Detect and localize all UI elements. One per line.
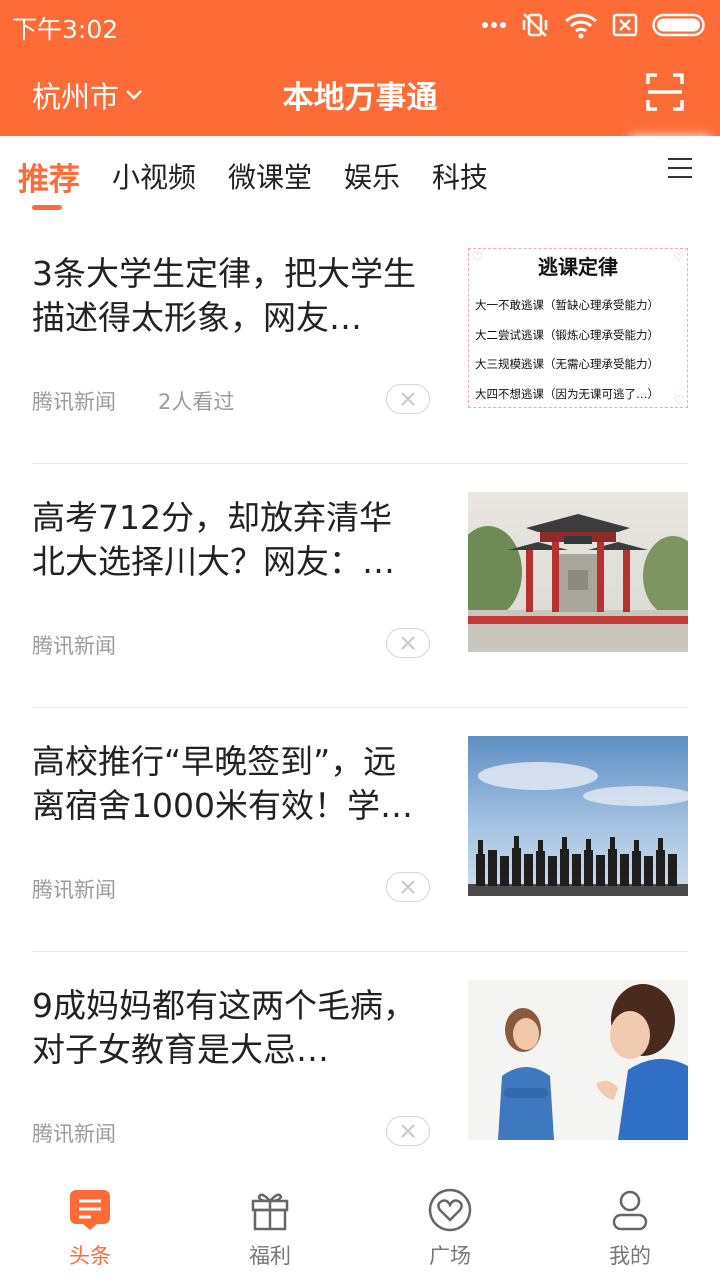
news-title: 9成妈妈都有这两个毛病，对子女教育是大忌… <box>32 986 416 1069</box>
battery-icon <box>652 13 705 37</box>
no-sim-icon <box>612 13 638 37</box>
card-title: 逃课定律 <box>538 255 618 279</box>
dismiss-button[interactable] <box>386 628 430 658</box>
news-thumbnail <box>468 492 688 652</box>
app-bar: 杭州市 本地万事通 <box>0 50 720 136</box>
nav-label: 我的 <box>609 1244 651 1268</box>
nav-headlines[interactable]: 头条 <box>30 1188 150 1270</box>
bottom-navigation: 头条 福利 广场 我的 <box>0 1178 720 1280</box>
category-tabs: 推荐 小视频 微课堂 娱乐 科技 <box>0 136 720 220</box>
wifi-icon <box>564 13 598 39</box>
nav-square[interactable]: 广场 <box>390 1188 510 1270</box>
news-item[interactable]: 高考712分，却放弃清华北大选择川大？网友：… 腾讯新闻 <box>0 464 720 708</box>
news-title: 高考712分，却放弃清华北大选择川大？网友：… <box>32 498 395 581</box>
menu-icon <box>668 158 692 178</box>
vibrate-off-icon <box>522 13 548 37</box>
headline-icon <box>68 1188 112 1232</box>
tab-menu-button[interactable] <box>640 136 720 200</box>
news-source: 腾讯新闻 <box>32 634 116 658</box>
tab-recommend[interactable]: 推荐 <box>18 154 80 199</box>
app-title: 本地万事通 <box>282 80 438 116</box>
status-time: 下午3:02 <box>12 15 119 44</box>
news-thumbnail <box>468 736 688 896</box>
news-meta: 腾讯新闻 <box>32 874 116 904</box>
news-item[interactable]: 9成妈妈都有这两个毛病，对子女教育是大忌… 腾讯新闻 <box>0 952 720 1196</box>
news-meta: 腾讯新闻 <box>32 1118 116 1148</box>
tab-tech[interactable]: 科技 <box>432 156 488 196</box>
close-icon <box>401 392 415 406</box>
text-card-image: ♡ ♡ ♡ ♡ 逃课定律 大一不敢逃课（暂缺心理承受能力） 大二尝试逃课（锻炼心… <box>468 248 688 408</box>
nav-label: 头条 <box>69 1244 111 1268</box>
nav-me[interactable]: 我的 <box>570 1188 690 1270</box>
close-icon <box>401 880 415 894</box>
close-icon <box>401 636 415 650</box>
news-item[interactable]: 3条大学生定律，把大学生描述得太形象，网友… 腾讯新闻 2人看过 ♡ ♡ ♡ ♡… <box>0 220 720 464</box>
news-source: 腾讯新闻 <box>32 1122 116 1146</box>
nav-label: 广场 <box>429 1244 471 1268</box>
nav-label: 福利 <box>249 1244 291 1268</box>
app-header: 下午3:02 杭州市 本地万事通 <box>0 0 720 136</box>
person-icon <box>608 1188 652 1232</box>
card-line: 大一不敢逃课（暂缺心理承受能力） <box>475 298 659 312</box>
graduates-photo <box>468 736 688 896</box>
news-title: 高校推行“早晚签到”，远离宿舍1000米有效！学… <box>32 742 413 825</box>
tab-entertainment[interactable]: 娱乐 <box>344 156 400 196</box>
news-thumbnail: ♡ ♡ ♡ ♡ 逃课定律 大一不敢逃课（暂缺心理承受能力） 大二尝试逃课（锻炼心… <box>468 248 688 408</box>
dismiss-button[interactable] <box>386 384 430 414</box>
news-source: 腾讯新闻 <box>32 390 116 414</box>
heart-circle-icon <box>428 1188 472 1232</box>
status-icons <box>482 8 708 42</box>
card-line: 大四不想逃课（因为无课可逃了…） <box>475 386 659 401</box>
more-dots-icon <box>482 22 506 28</box>
news-thumbnail <box>468 980 688 1140</box>
news-meta: 腾讯新闻 2人看过 <box>32 386 234 416</box>
status-bar: 下午3:02 <box>0 0 720 50</box>
active-tab-indicator <box>32 205 62 210</box>
mother-child-photo <box>468 980 688 1140</box>
close-icon <box>401 1124 415 1138</box>
news-title: 3条大学生定律，把大学生描述得太形象，网友… <box>32 254 416 337</box>
dismiss-button[interactable] <box>386 872 430 902</box>
university-gate-photo <box>468 492 688 652</box>
news-meta: 腾讯新闻 <box>32 630 116 660</box>
gift-icon <box>248 1188 292 1232</box>
dismiss-button[interactable] <box>386 1116 430 1146</box>
card-line: 大三规模逃课（无需心理承受能力） <box>475 357 659 371</box>
tab-short-video[interactable]: 小视频 <box>112 156 196 196</box>
news-item[interactable]: 高校推行“早晚签到”，远离宿舍1000米有效！学… 腾讯新闻 <box>0 708 720 952</box>
news-source: 腾讯新闻 <box>32 878 116 902</box>
nav-welfare[interactable]: 福利 <box>210 1188 330 1270</box>
card-lines: 大一不敢逃课（暂缺心理承受能力） 大二尝试逃课（锻炼心理承受能力） 大三规模逃课… <box>475 291 683 408</box>
tab-micro-class[interactable]: 微课堂 <box>228 156 312 196</box>
scan-icon[interactable] <box>646 73 684 111</box>
card-line: 大二尝试逃课（锻炼心理承受能力） <box>475 327 659 342</box>
news-views: 2人看过 <box>158 390 235 414</box>
